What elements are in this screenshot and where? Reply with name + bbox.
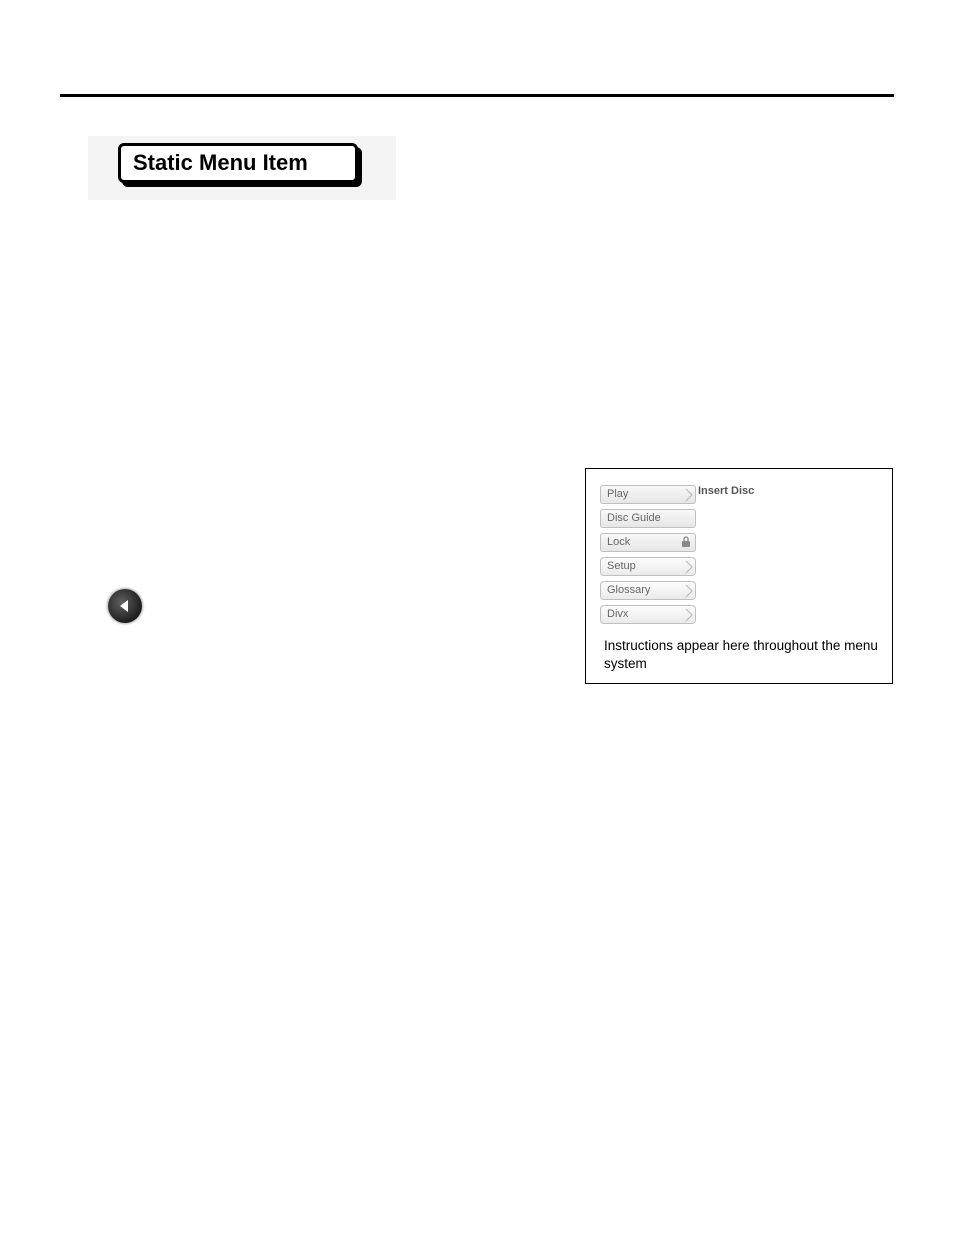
- lock-icon: [681, 536, 691, 548]
- menu-screenshot-panel: Insert Disc Play Disc Guide Lock: [585, 468, 893, 684]
- menu-item-label: Disc Guide: [607, 512, 661, 524]
- page: Static Menu Item Insert Disc Play Disc G…: [0, 0, 954, 1235]
- menu-item-play[interactable]: Play: [600, 485, 696, 504]
- menu-item-divx[interactable]: Divx: [600, 605, 696, 624]
- arrow-left-bullet-icon: [108, 589, 142, 623]
- chevron-right-icon: [682, 605, 696, 624]
- menu-item-label: Setup: [607, 560, 636, 572]
- menu-item-label: Lock: [607, 536, 630, 548]
- menu-item-disc-guide[interactable]: Disc Guide: [600, 509, 696, 528]
- static-menu-item-chip: Static Menu Item: [118, 143, 358, 183]
- menu-item-lock[interactable]: Lock: [600, 533, 696, 552]
- menu-list: Play Disc Guide Lock: [600, 485, 696, 624]
- chevron-right-icon: [682, 557, 696, 576]
- screenshot-caption: Instructions appear here throughout the …: [604, 637, 878, 673]
- menu-item-glossary[interactable]: Glossary: [600, 581, 696, 600]
- status-text: Insert Disc: [698, 485, 754, 497]
- menu-item-setup[interactable]: Setup: [600, 557, 696, 576]
- arrow-left-icon: [115, 596, 135, 616]
- menu-item-label: Divx: [607, 608, 628, 620]
- chevron-right-icon: [682, 581, 696, 600]
- menu-item-label: Play: [607, 488, 628, 500]
- chevron-right-icon: [682, 485, 696, 504]
- menu-item-label: Glossary: [607, 584, 650, 596]
- menu-chip-container: Static Menu Item: [88, 136, 396, 200]
- section-divider: [60, 94, 894, 97]
- chip-label: Static Menu Item: [133, 150, 308, 176]
